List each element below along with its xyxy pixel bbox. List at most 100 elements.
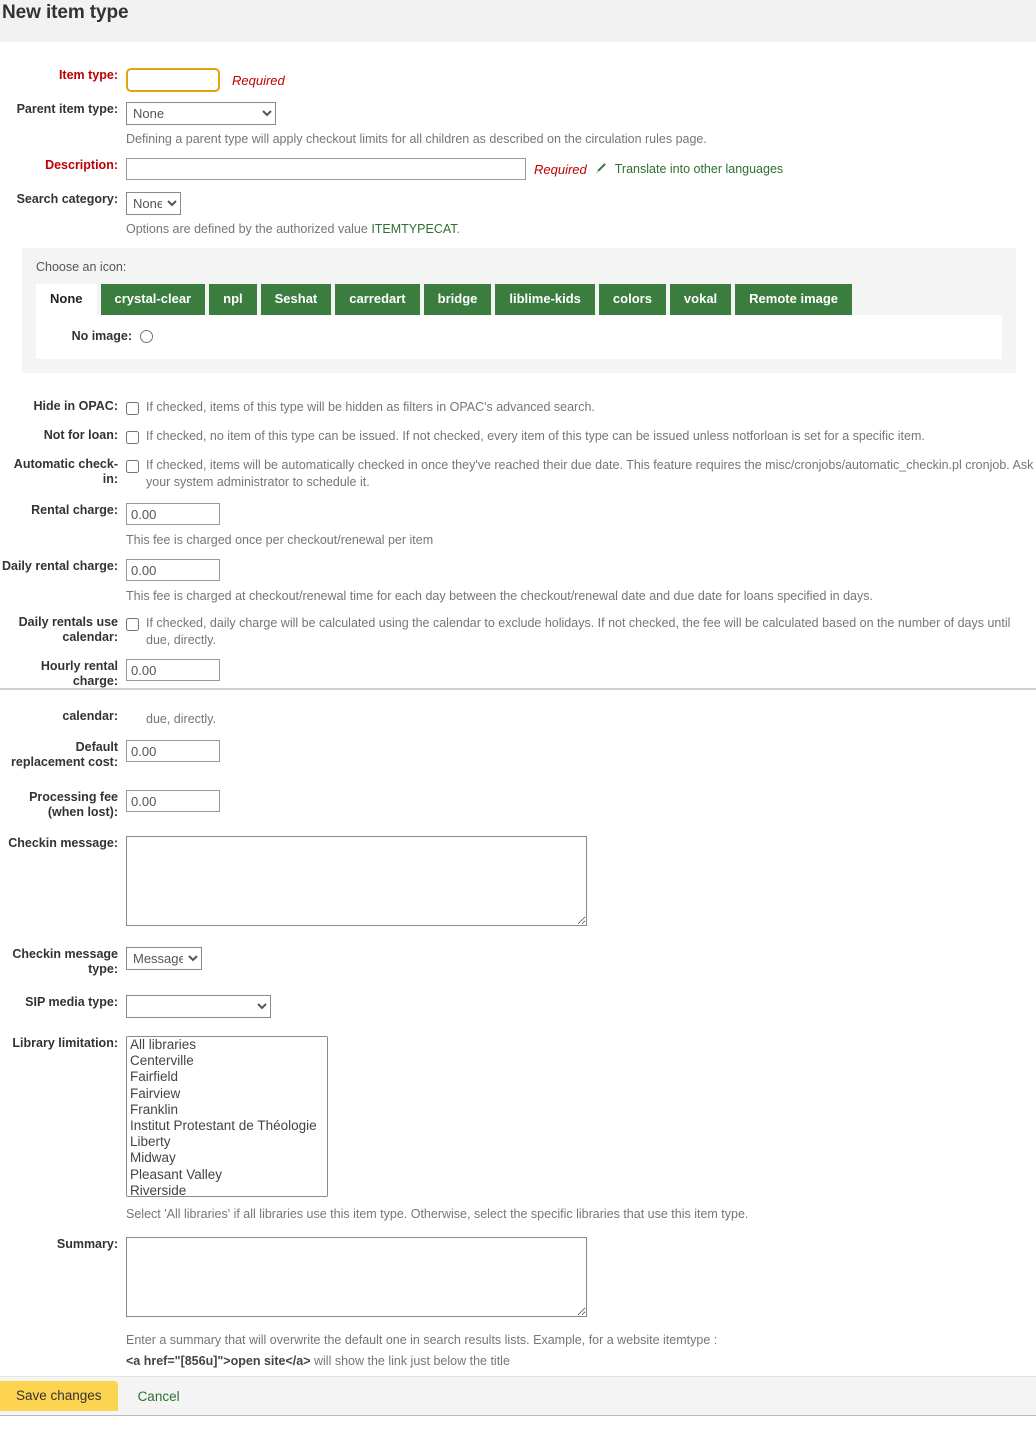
library-option-fairfield[interactable]: Fairfield <box>127 1069 327 1085</box>
icon-tab-crystal-clear[interactable]: crystal-clear <box>100 284 206 315</box>
daily-rental-charge-label: Daily rental charge: <box>1 559 118 573</box>
automatic-checkin-hint: If checked, items will be automatically … <box>146 457 1036 491</box>
library-option-midway[interactable]: Midway <box>127 1150 327 1166</box>
page-title: New item type <box>2 2 129 23</box>
automatic-checkin-cronjob-path: misc/cronjobs/automatic_checkin.pl <box>765 458 962 472</box>
summary-hint-line1: Enter a summary that will overwrite the … <box>126 1333 718 1347</box>
field-row-rental-charge: Rental charge: This fee is charged once … <box>0 503 1036 549</box>
sip-media-type-select[interactable] <box>126 995 271 1018</box>
description-required-note: Required <box>534 161 587 177</box>
hourly-rental-charge-input[interactable] <box>126 659 220 681</box>
field-row-not-for-loan: Not for loan: If checked, no item of thi… <box>0 428 1036 445</box>
field-row-parent-item-type: Parent item type: None Defining a parent… <box>0 102 1036 148</box>
not-for-loan-hint: If checked, no item of this type can be … <box>146 429 925 443</box>
field-row-search-category: Search category: None Options are define… <box>0 192 1036 238</box>
field-row-summary: Summary: Enter a summary that will overw… <box>0 1237 1036 1370</box>
search-category-label: Search category: <box>16 192 118 206</box>
form-action-bar: Save changes Cancel <box>0 1376 1036 1416</box>
library-option-all-libraries[interactable]: All libraries <box>127 1037 327 1053</box>
library-option-institut-protestant[interactable]: Institut Protestant de Théologie <box>127 1118 327 1134</box>
parent-item-type-label-text: Parent item type: <box>16 102 118 116</box>
checkin-message-label: Checkin message: <box>8 836 118 850</box>
icon-tab-seshat[interactable]: Seshat <box>260 284 332 315</box>
icon-tab-vokal[interactable]: vokal <box>669 284 732 315</box>
field-row-daily-rental-charge: Daily rental charge: This fee is charged… <box>0 559 1036 605</box>
hourly-rental-charge-label: Hourly rental charge: <box>40 659 118 688</box>
library-option-pleasant-valley[interactable]: Pleasant Valley <box>127 1167 327 1183</box>
item-type-input[interactable] <box>126 68 220 92</box>
search-category-select[interactable]: None <box>126 192 181 215</box>
field-row-default-replacement-cost: Default replacement cost: <box>0 740 1036 770</box>
summary-label: Summary: <box>56 1237 118 1251</box>
library-limitation-listbox[interactable]: All libraries Centerville Fairfield Fair… <box>126 1036 328 1197</box>
icon-tab-carredart[interactable]: carredart <box>335 284 420 315</box>
description-input[interactable] <box>126 158 526 180</box>
not-for-loan-label: Not for loan: <box>43 428 118 442</box>
page-header: New item type <box>0 0 1036 42</box>
no-image-radio[interactable] <box>140 329 153 343</box>
icon-tab-bridge[interactable]: bridge <box>423 284 492 315</box>
hide-in-opac-label: Hide in OPAC: <box>33 399 119 413</box>
summary-hint-code: <a href="[856u]">open site</a> <box>126 1354 311 1368</box>
library-option-fairview[interactable]: Fairview <box>127 1086 327 1102</box>
not-for-loan-checkbox[interactable] <box>126 431 139 444</box>
description-label: Description: <box>45 158 118 172</box>
parent-item-type-label: Parent item type: <box>0 102 126 117</box>
field-row-processing-fee: Processing fee (when lost): <box>0 790 1036 820</box>
processing-fee-input[interactable] <box>126 790 220 812</box>
field-row-hide-in-opac: Hide in OPAC: If checked, items of this … <box>0 399 1036 416</box>
field-row-daily-rentals-use-calendar: Daily rentals use calendar: If checked, … <box>0 615 1036 649</box>
no-image-label: No image: <box>71 329 132 343</box>
icon-tab-liblime-kids[interactable]: liblime-kids <box>495 284 595 315</box>
icon-tab-panel-none: No image: <box>36 315 1002 359</box>
sip-media-type-label: SIP media type: <box>25 995 118 1009</box>
automatic-checkin-hint-line1: If checked, items will be automatically … <box>146 458 762 472</box>
summary-hint-line2: will show the link just below the title <box>310 1354 510 1368</box>
field-row-item-type: Item type: Required <box>0 68 1036 92</box>
daily-rental-charge-hint: This fee is charged at checkout/renewal … <box>126 589 873 603</box>
icon-tab-remote-image[interactable]: Remote image <box>735 284 853 315</box>
icon-tab-npl[interactable]: npl <box>209 284 257 315</box>
daily-rentals-use-calendar-hint: If checked, daily charge will be calcula… <box>146 616 1011 647</box>
default-replacement-cost-input[interactable] <box>126 740 220 762</box>
item-type-label: Item type: <box>58 68 118 82</box>
automatic-checkin-checkbox[interactable] <box>126 460 139 473</box>
translate-link[interactable]: Translate into other languages <box>615 162 783 176</box>
cancel-link[interactable]: Cancel <box>138 1389 180 1404</box>
form-upper-pane: Item type: Required Parent item type: No… <box>0 42 1036 690</box>
search-category-hint: Options are defined by the authorized va… <box>126 219 1036 238</box>
library-option-riverside[interactable]: Riverside <box>127 1183 327 1197</box>
daily-rental-charge-input[interactable] <box>126 559 220 581</box>
library-option-liberty[interactable]: Liberty <box>127 1134 327 1150</box>
save-changes-button[interactable]: Save changes <box>0 1381 118 1411</box>
hourly-rentals-use-calendar-label: Hourly rentals use calendar: <box>0 710 126 724</box>
scroll-seam-gap <box>0 690 1036 710</box>
hide-in-opac-checkbox[interactable] <box>126 402 139 415</box>
summary-hint: Enter a summary that will overwrite the … <box>126 1330 1036 1370</box>
field-row-checkin-message-type: Checkin message type: Message <box>0 947 1036 977</box>
checkin-message-type-select[interactable]: Message <box>126 947 202 970</box>
library-limitation-label: Library limitation: <box>12 1036 118 1050</box>
search-category-hint-suffix: . <box>456 222 460 236</box>
field-row-description: Description: Required Translate into oth… <box>0 158 1036 180</box>
library-option-centerville[interactable]: Centerville <box>127 1053 327 1069</box>
field-row-sip-media-type: SIP media type: <box>0 995 1036 1018</box>
parent-item-type-select[interactable]: None <box>126 102 276 125</box>
library-option-franklin[interactable]: Franklin <box>127 1102 327 1118</box>
daily-rentals-use-calendar-label: Daily rentals use calendar: <box>18 615 118 644</box>
processing-fee-label: Processing fee (when lost): <box>29 790 118 819</box>
icon-chooser-legend: Choose an icon: <box>36 260 127 274</box>
icon-tab-none[interactable]: None <box>36 284 97 315</box>
library-limitation-hint: Select 'All libraries' if all libraries … <box>126 1207 749 1221</box>
icon-tab-colors[interactable]: colors <box>598 284 666 315</box>
form-lower-pane: Hourly rentals use calendar: If checked,… <box>0 710 1036 1376</box>
itemtypecat-link[interactable]: ITEMTYPECAT <box>371 222 456 236</box>
daily-rentals-use-calendar-checkbox[interactable] <box>126 618 139 631</box>
rental-charge-input[interactable] <box>126 503 220 525</box>
checkin-message-textarea[interactable] <box>126 836 587 926</box>
field-row-hourly-rentals-use-calendar: Hourly rentals use calendar: If checked,… <box>0 710 1036 728</box>
hourly-rentals-use-calendar-hint: If checked, hourly charge will be calcul… <box>146 712 216 726</box>
rental-charge-hint: This fee is charged once per checkout/re… <box>126 533 434 547</box>
summary-textarea[interactable] <box>126 1237 587 1317</box>
hourly-rentals-use-calendar-label-clipped: Hourly rentals use calendar: <box>62 710 118 723</box>
